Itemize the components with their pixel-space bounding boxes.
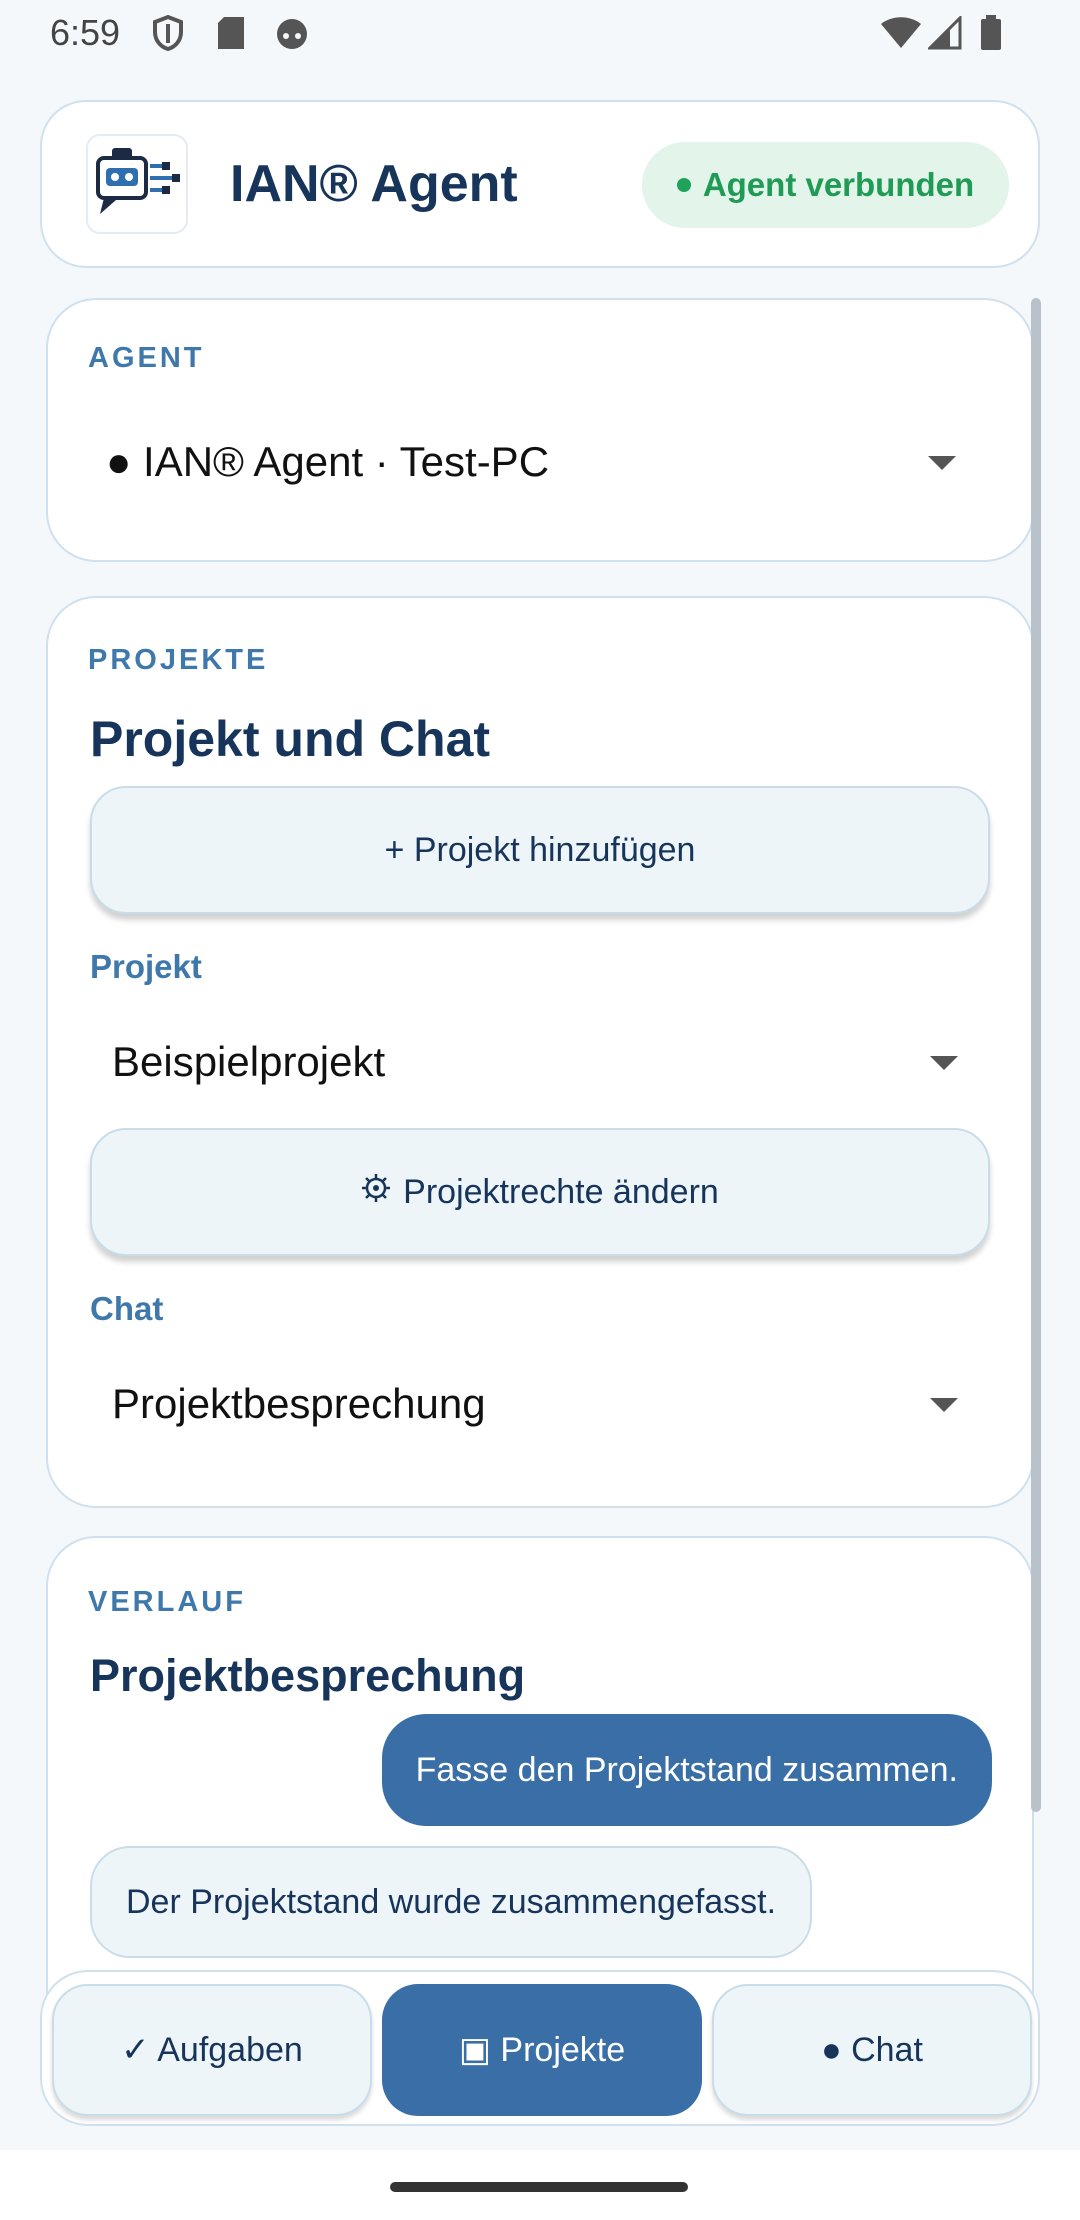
user-message-text: Fasse den Projektstand zusammen. [415,1750,958,1789]
gear-icon [361,1173,391,1212]
project-select[interactable]: Beispielprojekt [112,1014,992,1110]
nav-tab-projects-label: ▣ Projekte [458,2031,626,2069]
agent-select[interactable]: ● IAN® Agent · Test-PC [106,414,996,510]
add-project-button[interactable]: + Projekt hinzufügen [90,786,990,914]
project-rights-button[interactable]: Projektrechte ändern [90,1128,990,1256]
projects-card: PROJEKTE Projekt und Chat + Projekt hinz… [46,596,1034,1508]
shield-icon [152,14,184,52]
bottom-navigation: ✓ Aufgaben ▣ Projekte ● Chat [40,1970,1040,2126]
home-indicator[interactable] [390,2182,688,2192]
status-dot-icon [676,178,691,192]
project-select-value: Beispielprojekt [112,1038,386,1085]
projects-section-label: PROJEKTE [88,644,269,676]
project-rights-label: Projektrechte ändern [403,1172,719,1211]
history-section-label: VERLAUF [88,1586,246,1618]
chevron-down-icon [928,456,956,470]
nav-tab-tasks-label: ✓ Aufgaben [121,2031,303,2069]
project-field-label: Projekt [90,948,202,985]
chevron-down-icon [930,1398,958,1412]
app-header: IAN® Agent Agent verbunden [40,100,1040,268]
chat-select-value: Projektbesprechung [112,1380,486,1427]
nav-tab-projects[interactable]: ▣ Projekte [382,1984,702,2116]
chat-field-label: Chat [90,1290,164,1327]
signal-icon [928,14,962,52]
history-card: VERLAUF Projektbesprechung Fasse den Pro… [46,1536,1034,2006]
connection-status-text: Agent verbunden [702,166,975,203]
nav-tab-chat-label: ● Chat [821,2030,923,2069]
app-title: IAN® Agent [230,155,518,213]
nav-tab-tasks[interactable]: ✓ Aufgaben [52,1984,372,2116]
app-logo [86,134,188,234]
projects-card-title: Projekt und Chat [90,711,491,767]
scrollbar[interactable] [1031,298,1041,1812]
sd-card-icon [216,14,246,52]
nav-tab-chat[interactable]: ● Chat [712,1984,1032,2116]
agent-message-text: Der Projektstand wurde zusammengefasst. [126,1882,777,1921]
agent-message-bubble: Der Projektstand wurde zusammengefasst. [90,1846,813,1958]
history-card-title: Projektbesprechung [90,1650,526,1701]
battery-icon [980,14,1002,52]
status-time: 6:59 [50,12,121,53]
chat-select[interactable]: Projektbesprechung [112,1356,992,1452]
agent-section-label: AGENT [88,342,205,374]
status-bar: 6:59 [0,0,1080,66]
user-message-bubble: Fasse den Projektstand zusammen. [381,1714,992,1826]
wifi-icon [880,14,922,52]
connection-status-badge: Agent verbunden [642,142,1009,228]
agent-card: AGENT ● IAN® Agent · Test-PC [46,298,1034,562]
add-project-label: + Projekt hinzufügen [384,830,696,869]
agent-select-value: ● IAN® Agent · Test-PC [106,438,550,485]
android-icon [274,14,310,52]
chevron-down-icon [930,1056,958,1070]
